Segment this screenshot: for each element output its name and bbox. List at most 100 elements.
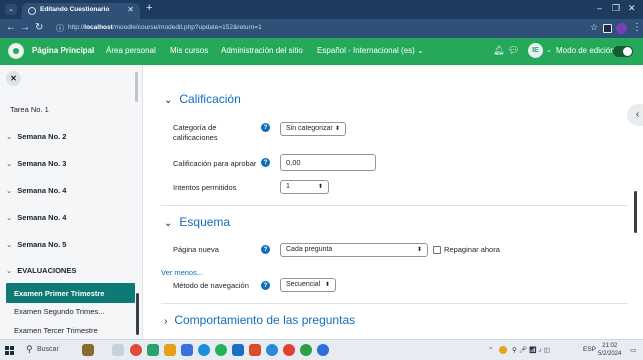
system-clock[interactable]: 21:02 5/2/2024 bbox=[598, 342, 621, 358]
repaginate-label: Repaginar ahora bbox=[444, 245, 500, 254]
site-navbar: Página Principal Área personal Mis curso… bbox=[0, 38, 643, 65]
clock-date: 5/2/2024 bbox=[598, 351, 622, 357]
tab-search-menu-icon[interactable]: ⌄ bbox=[5, 4, 17, 15]
app-icon-4[interactable] bbox=[249, 344, 261, 356]
help-icon[interactable]: ? bbox=[261, 245, 270, 254]
nav-site-admin-link[interactable]: Administración del sitio bbox=[221, 46, 303, 55]
tray-chevron-icon[interactable]: ⌃ bbox=[488, 346, 493, 354]
sidebar-section-semana-5[interactable]: ⌄ Semana No. 5 bbox=[6, 240, 66, 249]
task-view-icon[interactable] bbox=[112, 344, 124, 356]
windows-start-icon[interactable] bbox=[5, 346, 14, 355]
sidebar-section-semana-4a[interactable]: ⌄ Semana No. 4 bbox=[6, 186, 66, 195]
tray-app-icon[interactable] bbox=[499, 346, 507, 354]
tab-title: Editando Cuestionario bbox=[40, 6, 110, 13]
close-drawer-icon[interactable]: ✕ bbox=[6, 71, 21, 86]
help-icon[interactable]: ? bbox=[261, 158, 270, 167]
sidebar-item-examen-tercer[interactable]: Examen Tercer Trimestre bbox=[14, 326, 98, 335]
sidebar-scrollbar-top[interactable] bbox=[135, 72, 138, 102]
sidebar-panel-icon[interactable] bbox=[603, 24, 612, 33]
section-divider bbox=[161, 303, 628, 304]
show-less-link[interactable]: Ver menos... bbox=[161, 268, 203, 277]
attempts-select[interactable]: 1 ⬍ bbox=[280, 180, 329, 194]
reload-icon[interactable]: ↻ bbox=[35, 22, 43, 33]
file-explorer-icon[interactable] bbox=[164, 344, 176, 356]
nav-my-courses-link[interactable]: Mis cursos bbox=[170, 46, 208, 55]
user-avatar[interactable]: IE bbox=[528, 43, 543, 58]
section-esquema-header[interactable]: ⌄ Esquema bbox=[164, 215, 230, 229]
section-comportamiento-header[interactable]: › Comportamiento de las preguntas bbox=[164, 313, 355, 327]
edit-mode-label: Modo de edición bbox=[556, 46, 615, 55]
section-calificacion-header[interactable]: ⌄ Calificación bbox=[164, 92, 241, 106]
new-page-select[interactable]: Cada pregunta ⬍ bbox=[280, 243, 428, 257]
input-language[interactable]: ESP bbox=[583, 346, 596, 353]
tray-icons[interactable]: ⚲ 🎤︎ 📶︎ ♪︎ ◫ bbox=[512, 346, 550, 354]
user-menu-chevron-icon[interactable]: ⌄ bbox=[546, 46, 552, 54]
open-block-drawer-icon[interactable]: ‹ bbox=[627, 104, 643, 126]
minimize-icon[interactable]: – bbox=[597, 3, 602, 13]
nav-personal-area-link[interactable]: Área personal bbox=[106, 46, 156, 55]
chrome-icon-1[interactable] bbox=[283, 344, 295, 356]
tab-close-icon[interactable]: ✕ bbox=[127, 5, 134, 14]
app-icon-1[interactable] bbox=[130, 344, 142, 356]
navigation-method-select[interactable]: Secuencial ⬍ bbox=[280, 278, 336, 292]
chevron-down-icon: ⌄ bbox=[6, 186, 13, 195]
page-scrollbar-thumb[interactable] bbox=[634, 191, 637, 233]
chevron-down-icon: ⌄ bbox=[6, 240, 13, 249]
repaginate-checkbox[interactable] bbox=[433, 246, 441, 254]
pass-grade-input[interactable]: 0,00 bbox=[280, 154, 376, 171]
nav-home-link[interactable]: Página Principal bbox=[32, 46, 94, 55]
new-page-label: Página nueva bbox=[173, 245, 219, 254]
sidebar-section-evaluaciones[interactable]: ⌄ EVALUACIONES bbox=[6, 266, 76, 275]
help-icon[interactable]: ? bbox=[261, 281, 270, 290]
chevron-down-icon: ⌄ bbox=[6, 132, 13, 141]
browser-tab-bar: ⌄ Editando Cuestionario ✕ + – ❐ ✕ bbox=[0, 0, 643, 19]
whatsapp-icon[interactable] bbox=[215, 344, 227, 356]
edge-icon[interactable] bbox=[198, 344, 210, 356]
sidebar-item-tarea-1[interactable]: Tarea No. 1 bbox=[10, 105, 49, 114]
new-tab-icon[interactable]: + bbox=[146, 2, 152, 14]
help-icon[interactable]: ? bbox=[261, 123, 270, 132]
grade-category-select[interactable]: Sin categorizar ⬍ bbox=[280, 122, 346, 136]
site-info-icon[interactable]: ⓘ bbox=[56, 23, 64, 34]
profile-icon[interactable] bbox=[616, 23, 627, 34]
messages-chat-icon[interactable]: 💬︎ bbox=[508, 45, 519, 56]
sidebar-section-semana-2[interactable]: ⌄ Semana No. 2 bbox=[6, 132, 66, 141]
sidebar-scrollbar-thumb[interactable] bbox=[136, 293, 139, 335]
chevron-down-icon: ⌄ bbox=[164, 218, 173, 229]
app-icon-5[interactable] bbox=[266, 344, 278, 356]
sidebar-section-semana-3[interactable]: ⌄ Semana No. 3 bbox=[6, 159, 66, 168]
taskbar-search-label: Buscar bbox=[37, 346, 59, 353]
browser-tab[interactable]: Editando Cuestionario ✕ bbox=[22, 3, 140, 19]
widget-icon[interactable] bbox=[82, 344, 94, 356]
word-icon[interactable] bbox=[232, 344, 244, 356]
sidebar-item-examen-segundo[interactable]: Examen Segundo Trimes... bbox=[14, 307, 104, 316]
sidebar-section-semana-4b[interactable]: ⌄ Semana No. 4 bbox=[6, 213, 66, 222]
chevron-down-icon: ⌄ bbox=[6, 213, 13, 222]
toggle-knob bbox=[623, 47, 632, 56]
search-icon: ⚲ bbox=[26, 344, 33, 354]
language-menu[interactable]: Español - Internacional (es) ⌄ bbox=[317, 46, 424, 55]
notification-center-icon[interactable]: ▭ bbox=[630, 346, 636, 354]
chevron-down-icon: ⌄ bbox=[164, 95, 173, 106]
chrome-icon-3[interactable] bbox=[317, 344, 329, 356]
edit-mode-toggle[interactable] bbox=[613, 46, 633, 57]
browser-menu-icon[interactable]: ⋮ bbox=[632, 22, 642, 33]
sidebar-item-examen-primer-trimestre[interactable]: Examen Primer Trimestre bbox=[6, 283, 135, 303]
chevron-down-icon: ⌄ bbox=[6, 266, 13, 275]
forward-icon[interactable]: → bbox=[20, 22, 30, 33]
bookmark-star-icon[interactable]: ☆ bbox=[590, 22, 598, 33]
address-bar[interactable]: ⓘ http://localhost/moodle/course/modedit… bbox=[54, 22, 574, 35]
taskbar-search[interactable]: ⚲ Buscar bbox=[24, 342, 76, 358]
site-logo[interactable] bbox=[8, 43, 24, 59]
url-text: http://localhost/moodle/course/modedit.p… bbox=[68, 24, 262, 31]
section-divider bbox=[161, 205, 628, 206]
chrome-icon-2[interactable] bbox=[300, 344, 312, 356]
window-close-icon[interactable]: ✕ bbox=[628, 3, 636, 14]
app-icon-2[interactable] bbox=[147, 344, 159, 356]
restore-icon[interactable]: ❐ bbox=[612, 3, 620, 14]
back-icon[interactable]: ← bbox=[6, 22, 16, 33]
chevron-down-icon: ⌄ bbox=[6, 159, 13, 168]
app-icon-3[interactable] bbox=[181, 344, 193, 356]
notifications-bell-icon[interactable]: 🔔︎ bbox=[493, 45, 504, 56]
navigation-method-label: Método de navegación bbox=[173, 281, 249, 290]
